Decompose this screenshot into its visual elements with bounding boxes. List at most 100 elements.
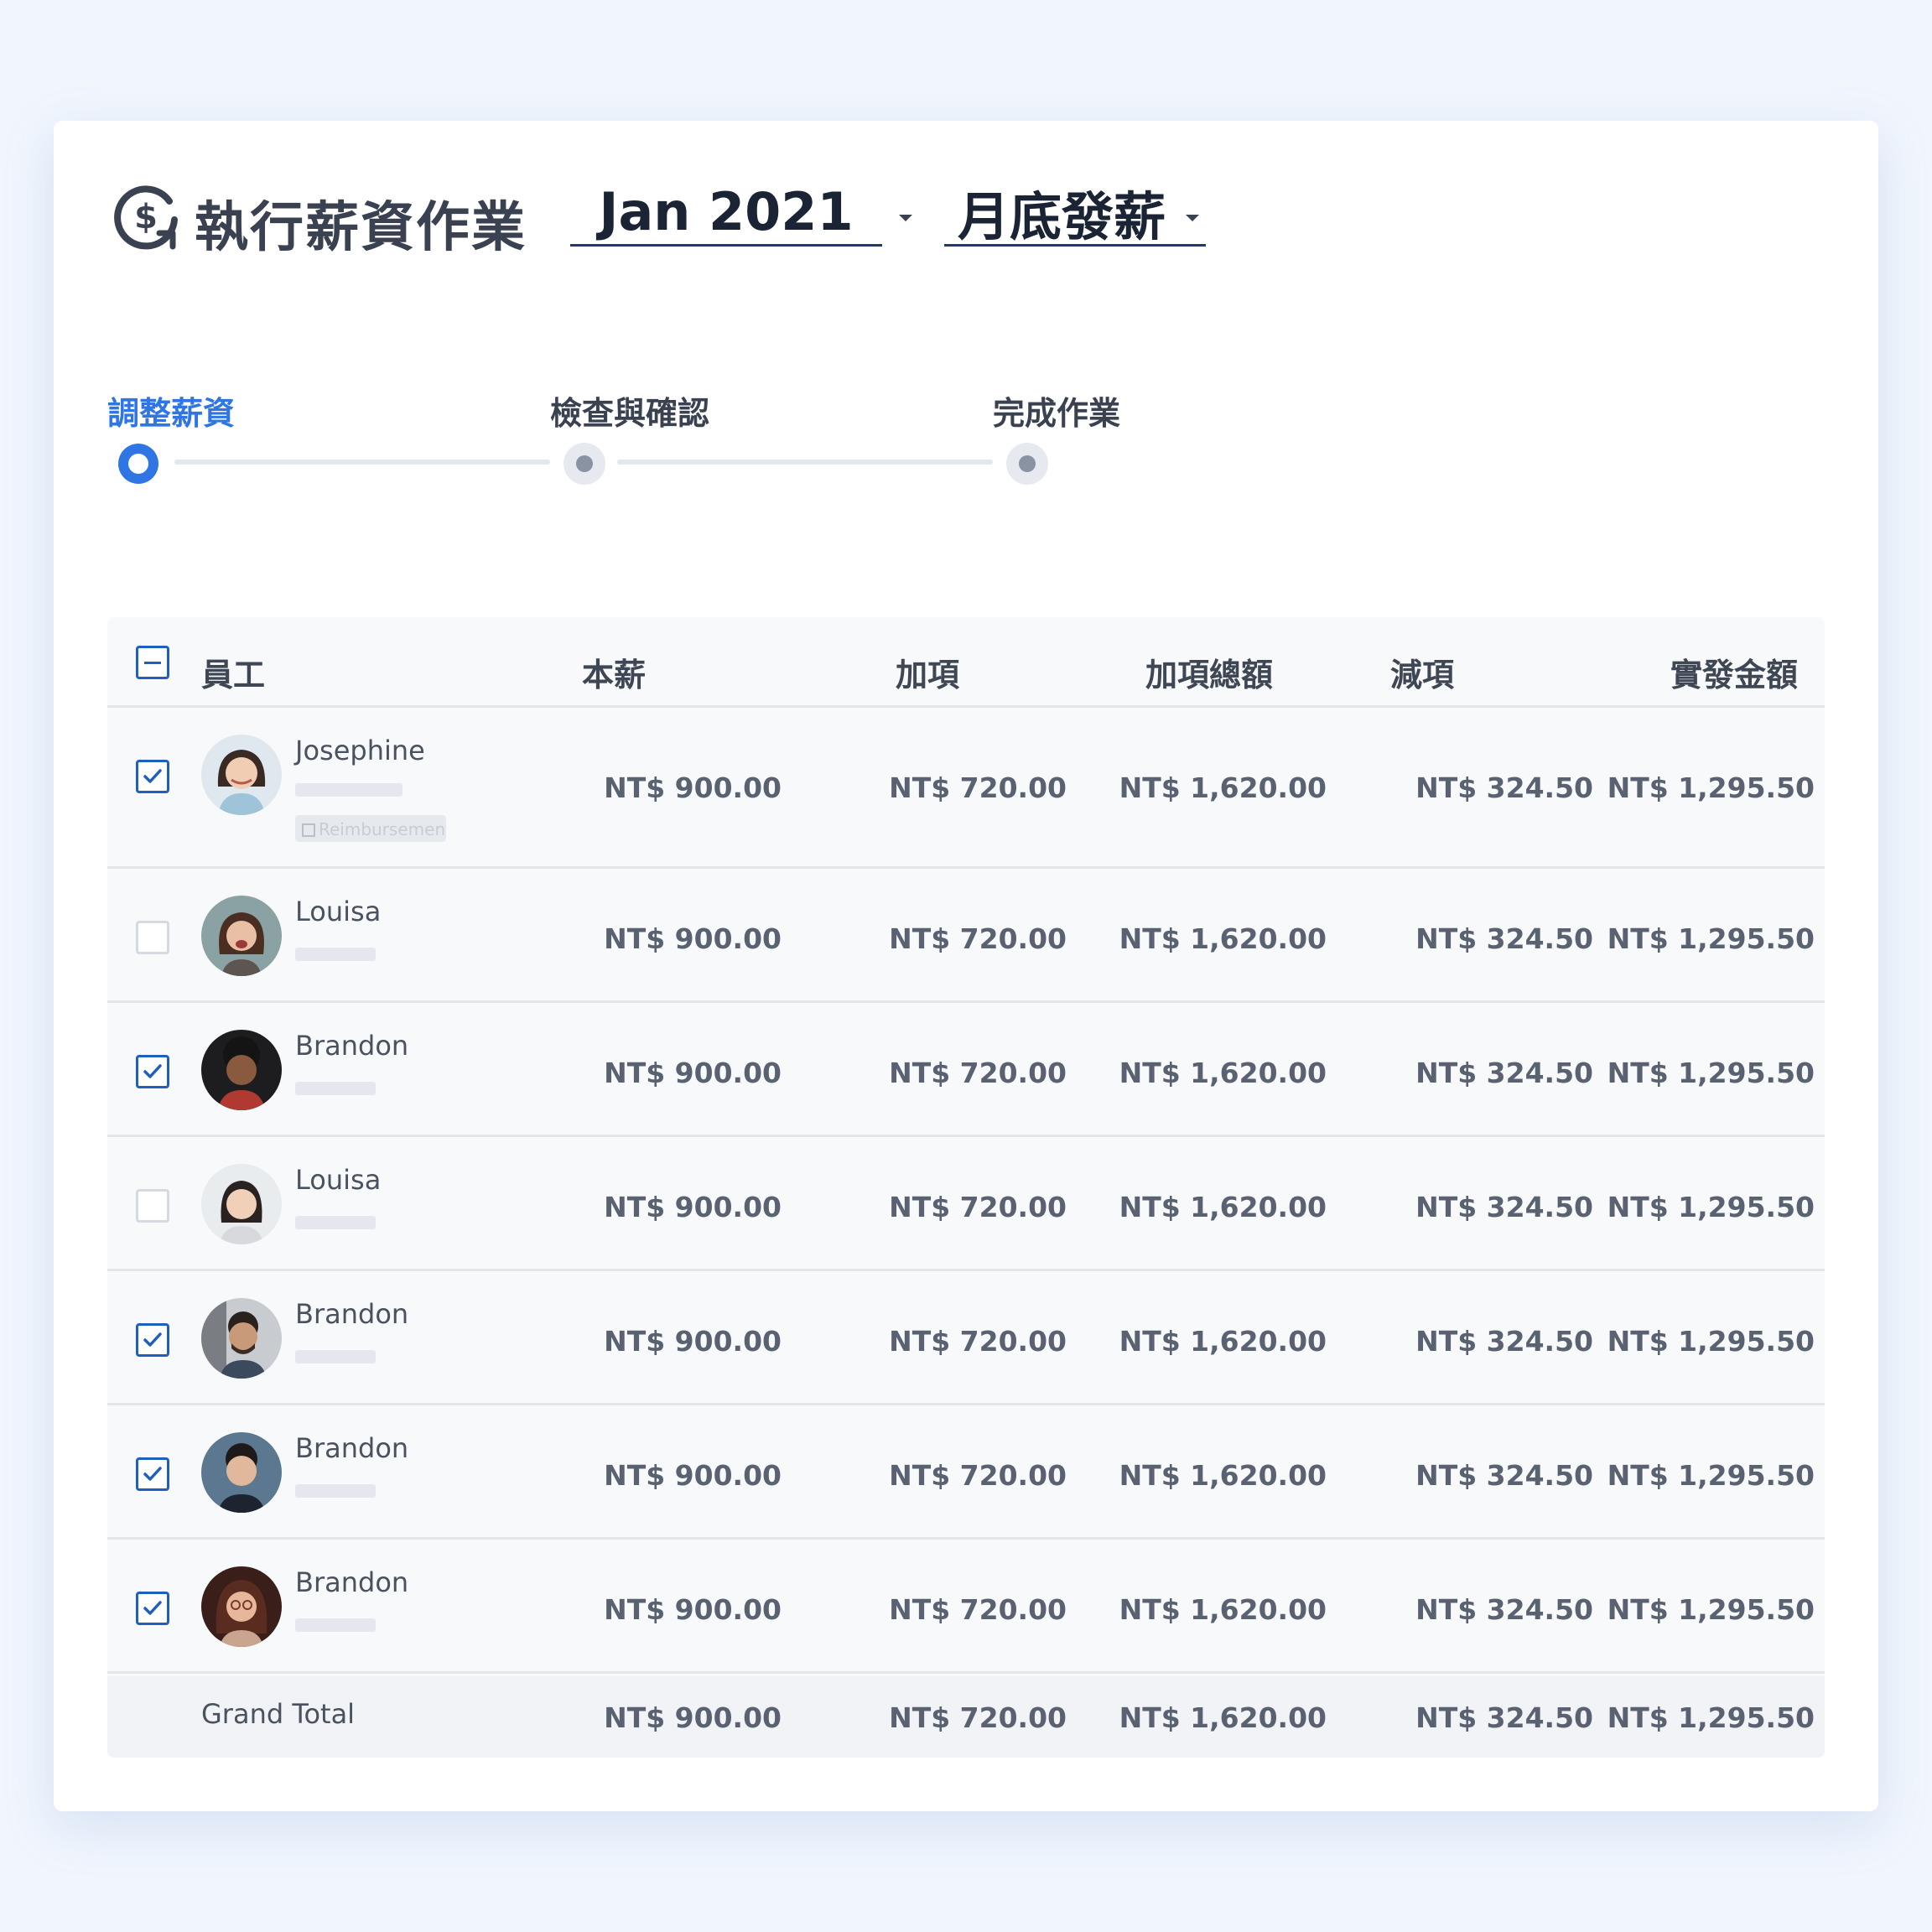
- cell-net: NT$ 1,295.50: [1607, 771, 1815, 804]
- employee-subtitle-placeholder: [295, 783, 402, 797]
- table-row[interactable]: Louisa NT$ 900.00 NT$ 720.00 NT$ 1,620.0…: [107, 1137, 1825, 1271]
- cell-deductions: NT$ 324.50: [1415, 1191, 1593, 1223]
- avatar: [201, 896, 282, 976]
- cell-base: NT$ 900.00: [604, 1191, 782, 1223]
- cell-additions: NT$ 720.00: [889, 922, 1067, 955]
- table-row[interactable]: Louisa NT$ 900.00 NT$ 720.00 NT$ 1,620.0…: [107, 869, 1825, 1003]
- row-checkbox[interactable]: [136, 1055, 169, 1088]
- employee-name: Louisa: [295, 896, 382, 927]
- step-indicator-pending[interactable]: [1006, 443, 1048, 485]
- payroll-type-value: 月底發薪: [958, 185, 1166, 247]
- step-connector: [617, 460, 993, 465]
- cell-additions-total: NT$ 1,620.00: [1119, 1459, 1327, 1492]
- table-header: 員工 本薪 加項 加項總額 減項 實發金額: [107, 617, 1825, 708]
- chevron-down-icon[interactable]: [899, 215, 912, 221]
- employee-subtitle-placeholder: [295, 1350, 376, 1363]
- column-header-additions[interactable]: 加項: [896, 649, 959, 695]
- period-select[interactable]: Jan 2021: [570, 179, 882, 247]
- row-checkbox[interactable]: [136, 1189, 169, 1223]
- page-title: 執行薪資作業: [195, 197, 527, 259]
- employee-subtitle-placeholder: [295, 948, 376, 961]
- employee-subtitle-placeholder: [295, 1484, 376, 1498]
- column-header-base[interactable]: 本薪: [582, 649, 646, 695]
- cell-additions: NT$ 720.00: [889, 1191, 1067, 1223]
- period-value: Jan 2021: [599, 181, 854, 242]
- cell-base: NT$ 900.00: [604, 1325, 782, 1358]
- cell-net: NT$ 1,295.50: [1607, 1191, 1815, 1223]
- reimbursement-tag[interactable]: Reimbursement: [295, 815, 446, 842]
- step-indicator-pending[interactable]: [564, 443, 605, 485]
- employee-name: Brandon: [295, 1030, 409, 1062]
- avatar: [201, 1298, 282, 1379]
- cell-additions: NT$ 720.00: [889, 1593, 1067, 1626]
- column-header-deductions[interactable]: 減項: [1390, 649, 1454, 695]
- cell-base: NT$ 900.00: [604, 1593, 782, 1626]
- avatar: [201, 1030, 282, 1110]
- table-row[interactable]: Brandon NT$ 900.00 NT$ 720.00 NT$ 1,620.…: [107, 1271, 1825, 1405]
- checkmark-icon: [143, 1467, 162, 1481]
- table-row[interactable]: Brandon NT$ 900.00 NT$ 720.00 NT$ 1,620.…: [107, 1405, 1825, 1540]
- employee-name: Brandon: [295, 1432, 409, 1464]
- employee-subtitle-placeholder: [295, 1082, 376, 1095]
- row-checkbox[interactable]: [136, 1592, 169, 1625]
- step-indicator-active[interactable]: [118, 444, 158, 484]
- grand-total-row: Grand Total NT$ 900.00 NT$ 720.00 NT$ 1,…: [107, 1676, 1825, 1758]
- column-header-net[interactable]: 實發金額: [1670, 649, 1798, 695]
- employee-name: Brandon: [295, 1566, 409, 1598]
- cell-base: NT$ 900.00: [604, 1057, 782, 1089]
- step-complete[interactable]: 完成作業: [993, 387, 1120, 434]
- checkmark-icon: [143, 1601, 162, 1615]
- cell-net: NT$ 1,295.50: [1607, 922, 1815, 955]
- cell-net: NT$ 1,295.50: [1607, 1325, 1815, 1358]
- employee-subtitle-placeholder: [295, 1618, 376, 1632]
- checkmark-icon: [143, 769, 162, 783]
- row-checkbox[interactable]: [136, 1323, 169, 1357]
- cell-additions-total: NT$ 1,620.00: [1119, 1191, 1327, 1223]
- cell-additions: NT$ 720.00: [889, 771, 1067, 804]
- cell-additions-total: NT$ 1,620.00: [1119, 771, 1327, 804]
- total-deductions: NT$ 324.50: [1415, 1701, 1593, 1734]
- payroll-type-select[interactable]: 月底發薪: [944, 179, 1206, 247]
- cell-additions: NT$ 720.00: [889, 1325, 1067, 1358]
- cell-additions-total: NT$ 1,620.00: [1119, 1325, 1327, 1358]
- cell-deductions: NT$ 324.50: [1415, 1459, 1593, 1492]
- step-review-confirm[interactable]: 檢查與確認: [550, 387, 709, 434]
- avatar: [201, 1432, 282, 1513]
- step-connector: [174, 460, 550, 465]
- row-checkbox[interactable]: [136, 921, 169, 954]
- row-checkbox[interactable]: [136, 760, 169, 793]
- cell-additions: NT$ 720.00: [889, 1459, 1067, 1492]
- svg-text:$: $: [134, 198, 158, 236]
- cell-base: NT$ 900.00: [604, 1459, 782, 1492]
- employee-name: Brandon: [295, 1298, 409, 1330]
- checkmark-icon: [143, 1064, 162, 1078]
- employee-subtitle-placeholder: [295, 1216, 376, 1229]
- payroll-table: 員工 本薪 加項 加項總額 減項 實發金額 Josephine Reimburs…: [107, 617, 1825, 1758]
- cell-additions-total: NT$ 1,620.00: [1119, 1593, 1327, 1626]
- chevron-down-icon[interactable]: [1186, 215, 1199, 221]
- table-row[interactable]: Josephine Reimbursement NT$ 900.00 NT$ 7…: [107, 708, 1825, 869]
- cell-deductions: NT$ 324.50: [1415, 1325, 1593, 1358]
- payroll-card: $ 執行薪資作業 Jan 2021 月底發薪 調整薪資 檢查與確認 完成作業 員…: [54, 121, 1878, 1811]
- column-header-employee[interactable]: 員工: [201, 649, 265, 695]
- cell-base: NT$ 900.00: [604, 771, 782, 804]
- select-all-checkbox[interactable]: [136, 646, 169, 679]
- salary-cycle-icon: $: [114, 185, 178, 250]
- document-icon: [302, 823, 315, 837]
- table-row[interactable]: Brandon NT$ 900.00 NT$ 720.00 NT$ 1,620.…: [107, 1540, 1825, 1674]
- cell-additions: NT$ 720.00: [889, 1057, 1067, 1089]
- cell-additions-total: NT$ 1,620.00: [1119, 922, 1327, 955]
- avatar: [201, 1566, 282, 1647]
- cell-deductions: NT$ 324.50: [1415, 771, 1593, 804]
- row-checkbox[interactable]: [136, 1457, 169, 1491]
- column-header-additions-total[interactable]: 加項總額: [1145, 649, 1273, 695]
- cell-deductions: NT$ 324.50: [1415, 922, 1593, 955]
- total-additions-total: NT$ 1,620.00: [1119, 1701, 1327, 1734]
- total-net: NT$ 1,295.50: [1607, 1701, 1815, 1734]
- table-row[interactable]: Brandon NT$ 900.00 NT$ 720.00 NT$ 1,620.…: [107, 1003, 1825, 1137]
- cell-additions-total: NT$ 1,620.00: [1119, 1057, 1327, 1089]
- checkmark-icon: [143, 1332, 162, 1347]
- step-adjust-salary[interactable]: 調整薪資: [107, 387, 235, 434]
- cell-net: NT$ 1,295.50: [1607, 1593, 1815, 1626]
- avatar: [201, 735, 282, 815]
